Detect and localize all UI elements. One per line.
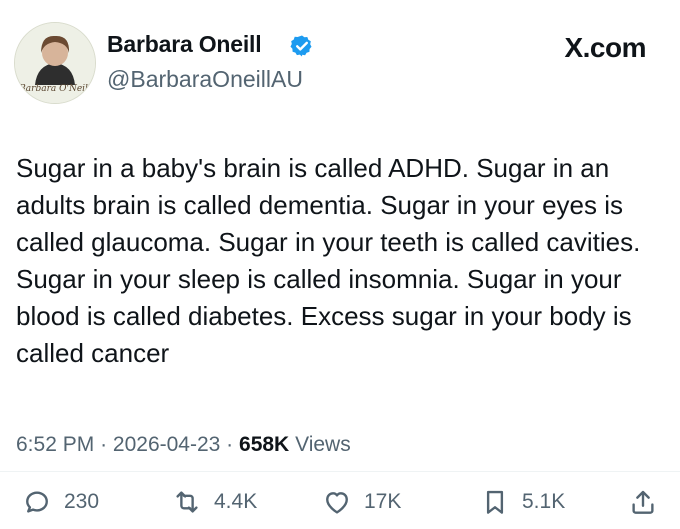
- reply-count: 230: [64, 490, 100, 513]
- avatar[interactable]: Barbara O'Neill: [14, 22, 96, 104]
- action-bar: 230 4.4K 17K 5.1K: [0, 487, 680, 527]
- reply-icon: [26, 491, 48, 513]
- svg-text:Barbara O'Neill: Barbara O'Neill: [19, 84, 91, 94]
- meta-separator: ·: [226, 433, 234, 456]
- reply-button[interactable]: 230: [22, 487, 99, 517]
- tweet-meta: 6:52 PM · 2026-04-23 · 658K Views: [16, 433, 351, 457]
- bookmark-count: 5.1K: [522, 490, 566, 513]
- like-button[interactable]: 17K: [322, 487, 401, 517]
- avatar-signature: Barbara O'Neill: [19, 84, 91, 94]
- repost-count: 4.4K: [214, 490, 258, 513]
- bookmark-button[interactable]: 5.1K: [480, 487, 565, 517]
- bookmark-icon: [486, 490, 504, 514]
- repost-icon: [176, 491, 198, 513]
- author-name[interactable]: Barbara Oneill: [107, 31, 262, 58]
- verified-badge-icon: [290, 35, 312, 57]
- tweet-text: Sugar in a baby's brain is called ADHD. …: [16, 153, 641, 368]
- tweet-time[interactable]: 6:52 PM: [16, 433, 94, 456]
- share-button[interactable]: [628, 487, 658, 517]
- tweet-date[interactable]: 2026-04-23: [113, 433, 220, 456]
- heart-icon: [326, 492, 348, 514]
- views-count: 658K: [239, 433, 290, 456]
- meta-separator: ·: [100, 433, 108, 456]
- author-handle[interactable]: @BarbaraOneillAU: [107, 66, 303, 93]
- divider: [0, 471, 680, 472]
- like-count: 17K: [364, 490, 402, 513]
- views-label: Views: [295, 433, 351, 456]
- repost-button[interactable]: 4.4K: [172, 487, 257, 517]
- x-logo: X.com: [564, 32, 646, 63]
- share-icon: [632, 490, 654, 514]
